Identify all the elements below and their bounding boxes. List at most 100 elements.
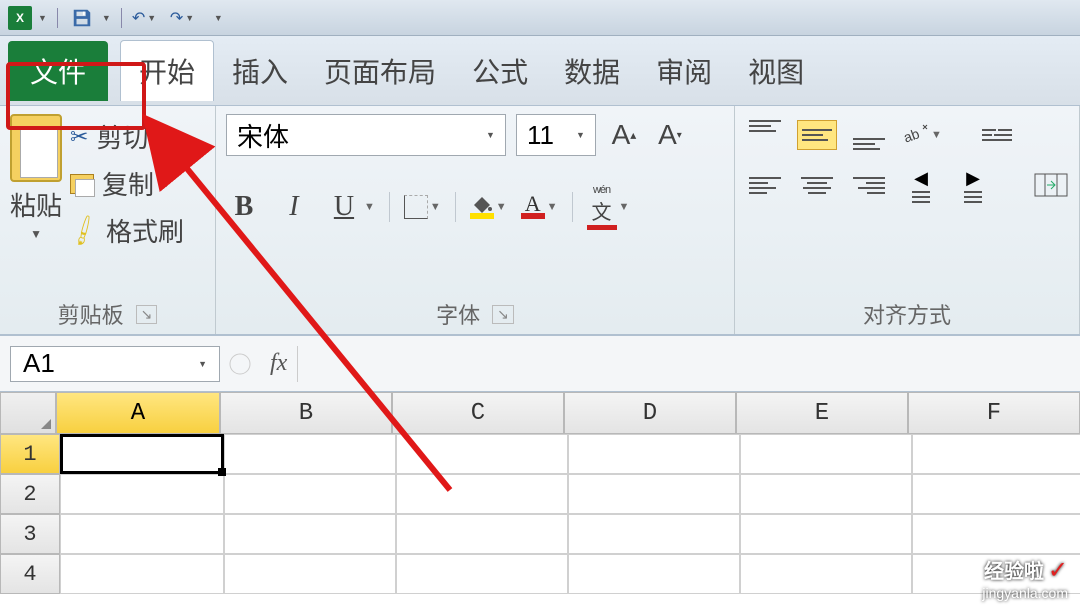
- border-dropdown-icon[interactable]: ▼: [430, 201, 441, 213]
- fill-color-button[interactable]: ▼: [470, 195, 507, 219]
- font-name-selector[interactable]: 宋体 ▼: [226, 114, 506, 156]
- save-button[interactable]: [68, 4, 96, 32]
- fx-button[interactable]: fx: [260, 350, 297, 377]
- align-top-button[interactable]: [745, 120, 785, 150]
- increase-indent-button[interactable]: ▶: [953, 170, 993, 200]
- phonetic-dropdown-icon[interactable]: ▼: [619, 201, 630, 213]
- orientation-dropdown-icon[interactable]: ▼: [931, 129, 942, 141]
- row-header-4[interactable]: 4: [0, 554, 60, 594]
- cell[interactable]: [568, 434, 740, 474]
- decrease-font-size-button[interactable]: A▾: [652, 117, 688, 153]
- tab-review[interactable]: 审阅: [638, 41, 730, 101]
- cell[interactable]: [396, 434, 568, 474]
- increase-font-size-button[interactable]: A▴: [606, 117, 642, 153]
- cell[interactable]: [912, 514, 1080, 554]
- underline-dropdown-icon[interactable]: ▼: [364, 201, 375, 213]
- cell[interactable]: [224, 434, 396, 474]
- tab-data[interactable]: 数据: [546, 41, 638, 101]
- column-header-f[interactable]: F: [908, 392, 1080, 434]
- cell[interactable]: [60, 554, 224, 594]
- cell[interactable]: [60, 434, 224, 474]
- row-header-1[interactable]: 1: [0, 434, 60, 474]
- format-painter-button[interactable]: 🖌 格式刷: [70, 212, 184, 249]
- align-center-button[interactable]: [797, 170, 837, 200]
- cell[interactable]: [740, 554, 912, 594]
- file-tab[interactable]: 文件: [8, 41, 108, 101]
- cell[interactable]: [740, 474, 912, 514]
- column-header-b[interactable]: B: [220, 392, 392, 434]
- decrease-indent-button[interactable]: ◀: [901, 170, 941, 200]
- save-dropdown-icon[interactable]: ▼: [102, 13, 111, 23]
- cell[interactable]: [740, 434, 912, 474]
- tab-home[interactable]: 开始: [120, 40, 214, 101]
- tab-insert[interactable]: 插入: [214, 41, 306, 101]
- cell[interactable]: [224, 514, 396, 554]
- redo-button[interactable]: ↷▼: [170, 8, 202, 28]
- row-headers: 1 2 3 4: [0, 434, 60, 594]
- phonetic-guide-button[interactable]: wén 文 ▼: [587, 184, 630, 230]
- row-header-2[interactable]: 2: [0, 474, 60, 514]
- cell[interactable]: [396, 554, 568, 594]
- fill-color-dropdown-icon[interactable]: ▼: [496, 201, 507, 213]
- font-color-button[interactable]: A ▼: [521, 195, 558, 219]
- underline-button[interactable]: U ▼: [326, 189, 375, 225]
- redo-dropdown-icon[interactable]: ▼: [185, 13, 194, 23]
- cell[interactable]: [568, 554, 740, 594]
- align-right-button[interactable]: [849, 170, 889, 200]
- cell[interactable]: [60, 514, 224, 554]
- copy-label: 复制: [102, 165, 154, 202]
- watermark-check-icon: ✓: [1048, 557, 1068, 584]
- column-header-e[interactable]: E: [736, 392, 908, 434]
- cell[interactable]: [224, 474, 396, 514]
- cell[interactable]: [396, 514, 568, 554]
- column-header-c[interactable]: C: [392, 392, 564, 434]
- name-box-dropdown-icon[interactable]: ▼: [198, 359, 207, 369]
- copy-dropdown-icon[interactable]: ▼: [162, 179, 171, 189]
- align-left-button[interactable]: [745, 170, 785, 200]
- cell[interactable]: [224, 554, 396, 594]
- cell[interactable]: [396, 474, 568, 514]
- clipboard-group-text: 剪贴板: [58, 298, 124, 330]
- cell[interactable]: [912, 434, 1080, 474]
- paste-dropdown-icon[interactable]: ▼: [30, 227, 42, 241]
- app-menu-arrow-icon[interactable]: ▼: [38, 13, 47, 23]
- font-launcher-icon[interactable]: ↘: [492, 305, 514, 324]
- cell[interactable]: [912, 474, 1080, 514]
- font-color-dropdown-icon[interactable]: ▼: [547, 201, 558, 213]
- cut-button[interactable]: ✂ 剪切: [70, 118, 184, 155]
- watermark-url: jingyanla.com: [982, 585, 1068, 601]
- cell[interactable]: [60, 474, 224, 514]
- merge-cells-button[interactable]: [1029, 170, 1069, 200]
- tab-page-layout[interactable]: 页面布局: [306, 41, 454, 101]
- cell[interactable]: [568, 514, 740, 554]
- column-header-a[interactable]: A: [56, 392, 220, 434]
- font-size-selector[interactable]: 11 ▼: [516, 114, 596, 156]
- formula-input[interactable]: [297, 346, 1080, 382]
- wrap-text-button[interactable]: [978, 120, 1018, 150]
- cell[interactable]: [568, 474, 740, 514]
- excel-app-icon[interactable]: X: [8, 6, 32, 30]
- merge-icon: [1033, 172, 1069, 198]
- border-button[interactable]: ▼: [404, 195, 441, 219]
- undo-dropdown-icon[interactable]: ▼: [147, 13, 156, 23]
- copy-button[interactable]: 复制 ▼: [70, 165, 184, 202]
- align-bottom-button[interactable]: [849, 120, 889, 150]
- paste-button[interactable]: 粘贴 ▼: [10, 114, 62, 294]
- row-header-3[interactable]: 3: [0, 514, 60, 554]
- italic-button[interactable]: I: [276, 189, 312, 225]
- group-alignment: ab ▼ ◀: [735, 106, 1080, 334]
- select-all-corner[interactable]: [0, 392, 56, 434]
- qat-customize-icon[interactable]: ▼: [214, 13, 223, 23]
- orientation-button[interactable]: ab ▼: [901, 120, 942, 150]
- align-middle-button[interactable]: [797, 120, 837, 150]
- cells-area[interactable]: [60, 434, 1080, 594]
- tab-formulas[interactable]: 公式: [454, 41, 546, 101]
- undo-button[interactable]: ↶▼: [132, 8, 164, 28]
- tab-view[interactable]: 视图: [730, 41, 822, 101]
- cell[interactable]: [740, 514, 912, 554]
- bold-button[interactable]: B: [226, 189, 262, 225]
- clipboard-launcher-icon[interactable]: ↘: [136, 305, 158, 324]
- name-box[interactable]: A1 ▼: [10, 346, 220, 382]
- column-header-d[interactable]: D: [564, 392, 736, 434]
- quick-access-toolbar: X ▼ ▼ ↶▼ ↷▼ ▼: [0, 0, 1080, 36]
